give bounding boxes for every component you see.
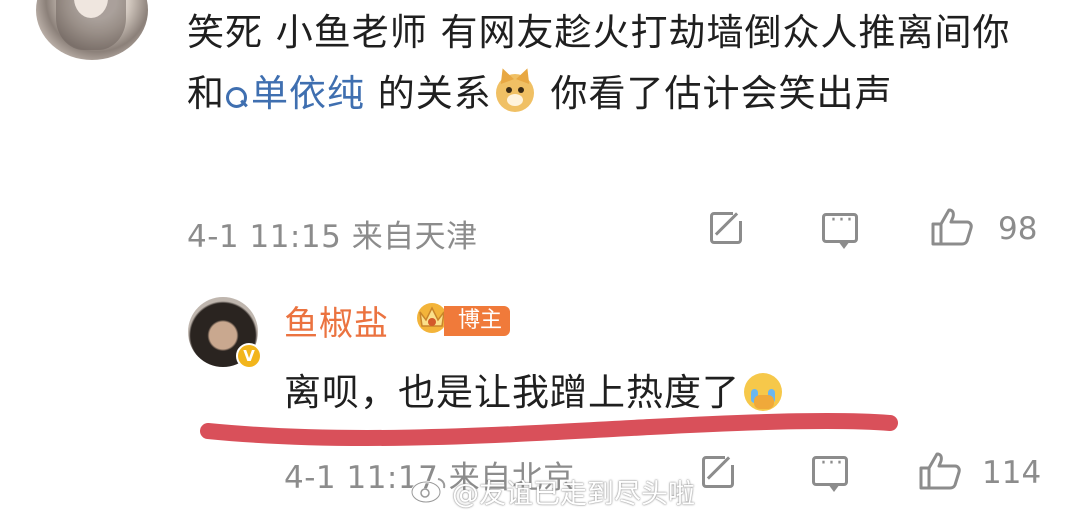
location-text: 来自天津 bbox=[351, 219, 478, 255]
reply-icon[interactable] bbox=[822, 208, 858, 249]
search-icon bbox=[225, 86, 247, 108]
blogger-badge: 博主 bbox=[444, 306, 511, 336]
repost-icon[interactable] bbox=[710, 211, 743, 244]
reply-username[interactable]: 鱼椒盐 bbox=[284, 296, 389, 345]
doge-emoji-icon bbox=[495, 66, 534, 112]
like-count: 114 bbox=[982, 455, 1042, 491]
comment-text-part-3: 你看了估计会笑出声 bbox=[537, 72, 893, 115]
reply-icon[interactable] bbox=[812, 451, 848, 492]
like-icon[interactable] bbox=[918, 451, 962, 491]
highlight-underline bbox=[200, 412, 898, 447]
comment-timestamp: 4-1 11:15 来自天津 bbox=[187, 211, 478, 256]
like-count: 98 bbox=[998, 211, 1038, 247]
comment-text-part-2: 的关系 bbox=[365, 72, 492, 115]
mention-label: 单依纯 bbox=[251, 72, 365, 115]
reply-avatar[interactable]: V bbox=[188, 297, 262, 369]
like-icon[interactable] bbox=[930, 207, 974, 247]
commenter-avatar[interactable] bbox=[36, 0, 148, 60]
watermark: @友谊已走到尽头啦 bbox=[452, 479, 695, 510]
timestamp-text: 4-1 11:15 bbox=[187, 219, 342, 255]
comment-body: 笑死 小鱼老师 有网友趁火打劫墙倒众人推离间你和 单依纯 的关系 你看了估计会笑出… bbox=[187, 2, 1047, 124]
verified-badge-icon: V bbox=[236, 343, 262, 369]
weibo-logo-icon bbox=[410, 478, 446, 504]
repost-icon[interactable] bbox=[702, 455, 735, 488]
mention-link[interactable]: 单依纯 bbox=[225, 72, 365, 115]
